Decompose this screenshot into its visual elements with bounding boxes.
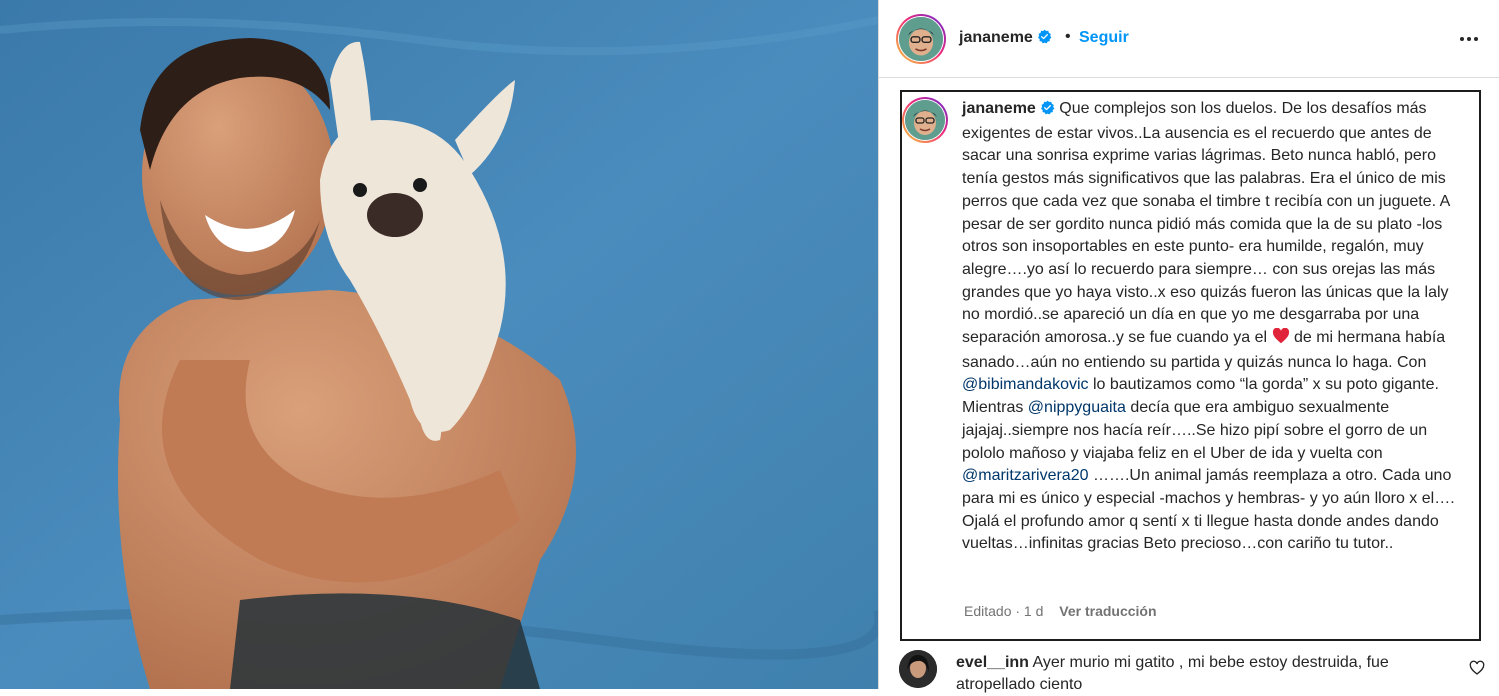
- caption-block: jananeme Que complejos son los duelos. D…: [900, 90, 1481, 641]
- see-translation-button[interactable]: Ver traducción: [1059, 603, 1156, 619]
- mention-link[interactable]: @bibimandakovic: [962, 376, 1089, 393]
- photo-illustration: [0, 0, 878, 689]
- comment-item: evel__inn Ayer murio mi gatito , mi bebe…: [899, 648, 1499, 693]
- caption-meta: Editado · 1 d Ver traducción: [964, 603, 1157, 619]
- caption-text: jananeme Que complejos son los duelos. D…: [962, 98, 1467, 556]
- follow-button[interactable]: Seguir: [1079, 29, 1129, 47]
- author-username-text[interactable]: jananeme: [959, 29, 1033, 46]
- post-sidebar: jananeme • Seguir jananeme Que complejos…: [878, 0, 1499, 693]
- caption-body-1: Que complejos son los duelos. De los des…: [962, 100, 1450, 347]
- post-header: jananeme • Seguir: [879, 0, 1499, 78]
- caption-username[interactable]: jananeme: [962, 100, 1036, 117]
- author-username[interactable]: jananeme: [959, 29, 1052, 49]
- author-avatar[interactable]: [896, 14, 946, 64]
- red-heart-emoji: [1272, 327, 1290, 352]
- commenter-username[interactable]: evel__inn: [956, 654, 1029, 671]
- comment-text: evel__inn Ayer murio mi gatito , mi bebe…: [956, 652, 1436, 696]
- verified-badge-icon: [1037, 29, 1052, 49]
- separator-dot: •: [1065, 28, 1071, 45]
- verified-badge-icon: [1040, 100, 1055, 123]
- post-photo[interactable]: [0, 0, 878, 689]
- edited-timestamp: Editado · 1 d: [964, 603, 1044, 619]
- mention-link[interactable]: @maritzarivera20: [962, 467, 1089, 484]
- mention-link[interactable]: @nippyguaita: [1028, 399, 1126, 416]
- more-options-icon[interactable]: [1457, 30, 1481, 48]
- commenter-avatar[interactable]: [899, 650, 937, 688]
- like-heart-icon[interactable]: [1469, 660, 1485, 676]
- caption-author-avatar[interactable]: [902, 97, 948, 143]
